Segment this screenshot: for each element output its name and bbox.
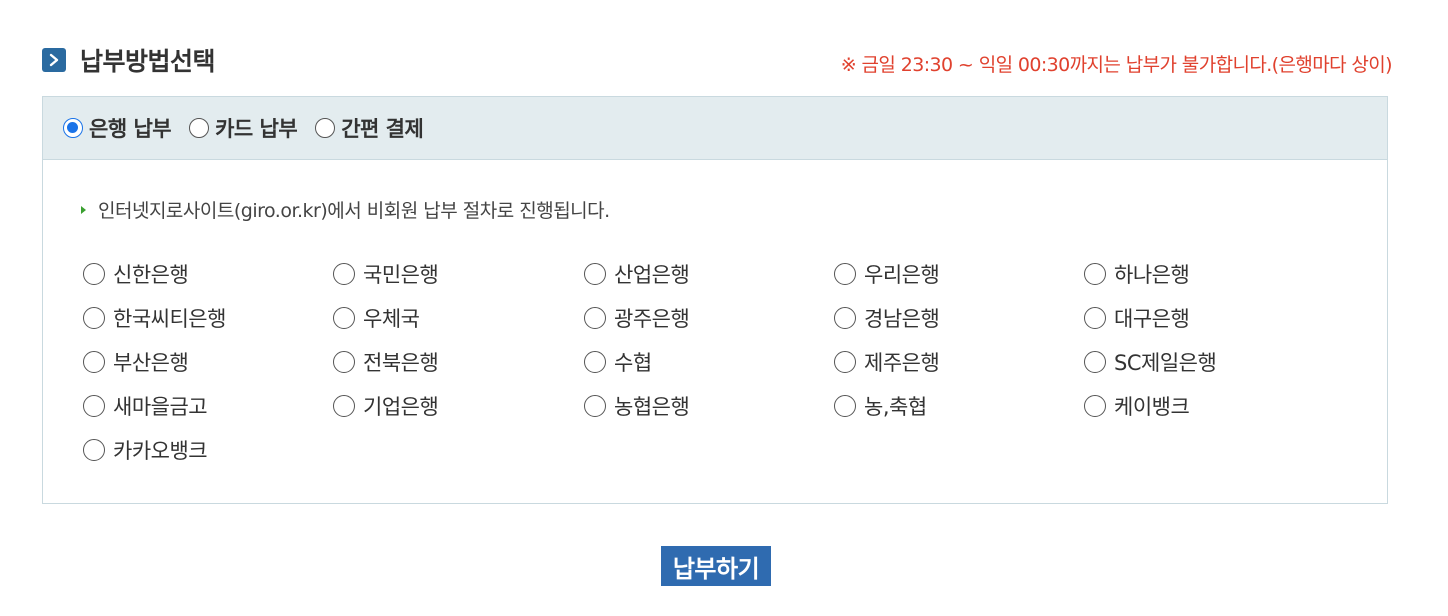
bank-option[interactable]: 신한은행 bbox=[83, 252, 333, 296]
bank-option[interactable]: 한국씨티은행 bbox=[83, 296, 333, 340]
payment-tab-bar: 은행 납부 카드 납부 간편 결제 bbox=[43, 97, 1387, 160]
bank-option[interactable]: 전북은행 bbox=[333, 340, 584, 384]
tab-card-payment[interactable]: 카드 납부 bbox=[189, 113, 298, 143]
section-header: 납부방법선택 ※ 금일 23:30 ~ 익일 00:30까지는 납부가 불가합니… bbox=[42, 40, 1393, 80]
bank-label: 경남은행 bbox=[864, 307, 940, 331]
tab-label: 카드 납부 bbox=[215, 117, 298, 141]
bank-label: 농,축협 bbox=[864, 395, 927, 419]
tab-label: 은행 납부 bbox=[89, 117, 172, 141]
radio-button[interactable] bbox=[1084, 395, 1106, 417]
radio-button[interactable] bbox=[83, 395, 105, 417]
bank-label: 우체국 bbox=[363, 307, 420, 331]
bank-option[interactable]: 산업은행 bbox=[584, 252, 834, 296]
radio-button[interactable] bbox=[83, 263, 105, 285]
bank-option[interactable]: 케이뱅크 bbox=[1084, 384, 1334, 428]
bank-label: 우리은행 bbox=[864, 263, 940, 287]
submit-payment-button[interactable]: 납부하기 bbox=[661, 546, 771, 586]
tab-bank-payment[interactable]: 은행 납부 bbox=[63, 113, 172, 143]
payment-method-panel: 은행 납부 카드 납부 간편 결제 인터넷지로사이트(giro.or.kr)에서… bbox=[42, 96, 1388, 504]
radio-button[interactable] bbox=[83, 351, 105, 373]
bank-option[interactable]: 경남은행 bbox=[834, 296, 1084, 340]
bank-option[interactable]: 국민은행 bbox=[333, 252, 584, 296]
bank-label: 산업은행 bbox=[614, 263, 690, 287]
radio-button[interactable] bbox=[834, 351, 856, 373]
guide-line: 인터넷지로사이트(giro.or.kr)에서 비회원 납부 절차로 진행됩니다. bbox=[81, 196, 610, 223]
bank-option[interactable]: 우체국 bbox=[333, 296, 584, 340]
bank-label: 한국씨티은행 bbox=[113, 307, 226, 331]
radio-button[interactable] bbox=[584, 263, 606, 285]
bank-list: 신한은행 국민은행 산업은행 우리은행 하나은행한국씨티은행 우체국 광주은행 경남은행 대구은… bbox=[83, 252, 1343, 472]
bank-label: SC제일은행 bbox=[1114, 351, 1217, 375]
bank-option[interactable]: 부산은행 bbox=[83, 340, 333, 384]
radio-button[interactable] bbox=[333, 351, 355, 373]
radio-button[interactable] bbox=[1084, 263, 1106, 285]
radio-button[interactable] bbox=[63, 118, 83, 138]
bank-option[interactable]: 대구은행 bbox=[1084, 296, 1334, 340]
radio-button[interactable] bbox=[834, 395, 856, 417]
chevron-right-icon bbox=[42, 48, 66, 72]
bank-label: 새마을금고 bbox=[113, 395, 208, 419]
bank-option[interactable]: 농협은행 bbox=[584, 384, 834, 428]
bank-label: 농협은행 bbox=[614, 395, 690, 419]
bank-option[interactable]: 제주은행 bbox=[834, 340, 1084, 384]
radio-button[interactable] bbox=[584, 395, 606, 417]
bank-label: 기업은행 bbox=[363, 395, 439, 419]
bullet-arrow-icon bbox=[81, 205, 86, 214]
radio-button[interactable] bbox=[1084, 351, 1106, 373]
radio-button[interactable] bbox=[834, 263, 856, 285]
bank-option[interactable]: 농,축협 bbox=[834, 384, 1084, 428]
bank-option[interactable]: 수협 bbox=[584, 340, 834, 384]
bank-option[interactable]: 하나은행 bbox=[1084, 252, 1334, 296]
bank-label: 부산은행 bbox=[113, 351, 189, 375]
bank-option[interactable]: 카카오뱅크 bbox=[83, 428, 333, 472]
section-title: 납부방법선택 bbox=[80, 47, 216, 76]
bank-label: 국민은행 bbox=[363, 263, 439, 287]
bank-label: 카카오뱅크 bbox=[113, 439, 208, 463]
bank-label: 제주은행 bbox=[864, 351, 940, 375]
radio-button[interactable] bbox=[333, 263, 355, 285]
bank-label: 광주은행 bbox=[614, 307, 690, 331]
radio-button[interactable] bbox=[584, 307, 606, 329]
bank-label: 신한은행 bbox=[113, 263, 189, 287]
bank-label: 전북은행 bbox=[363, 351, 439, 375]
tab-label: 간편 결제 bbox=[341, 117, 424, 141]
bank-label: 수협 bbox=[614, 351, 652, 375]
radio-button[interactable] bbox=[333, 395, 355, 417]
guide-text: 인터넷지로사이트(giro.or.kr)에서 비회원 납부 절차로 진행됩니다. bbox=[98, 200, 610, 222]
radio-button[interactable] bbox=[834, 307, 856, 329]
radio-button[interactable] bbox=[584, 351, 606, 373]
bank-option[interactable]: 기업은행 bbox=[333, 384, 584, 428]
tab-simple-payment[interactable]: 간편 결제 bbox=[315, 113, 424, 143]
bank-option[interactable]: 우리은행 bbox=[834, 252, 1084, 296]
bank-label: 하나은행 bbox=[1114, 263, 1190, 287]
bank-option[interactable]: SC제일은행 bbox=[1084, 340, 1334, 384]
radio-button[interactable] bbox=[1084, 307, 1106, 329]
radio-button[interactable] bbox=[315, 118, 336, 138]
notice-text: ※ 금일 23:30 ~ 익일 00:30까지는 납부가 불가합니다.(은행마다… bbox=[840, 54, 1393, 76]
radio-button[interactable] bbox=[333, 307, 355, 329]
bank-label: 케이뱅크 bbox=[1114, 395, 1190, 419]
bank-label: 대구은행 bbox=[1114, 307, 1190, 331]
bank-option[interactable]: 새마을금고 bbox=[83, 384, 333, 428]
radio-button[interactable] bbox=[189, 118, 210, 138]
radio-button[interactable] bbox=[83, 439, 105, 461]
radio-button[interactable] bbox=[83, 307, 105, 329]
bank-option[interactable]: 광주은행 bbox=[584, 296, 834, 340]
